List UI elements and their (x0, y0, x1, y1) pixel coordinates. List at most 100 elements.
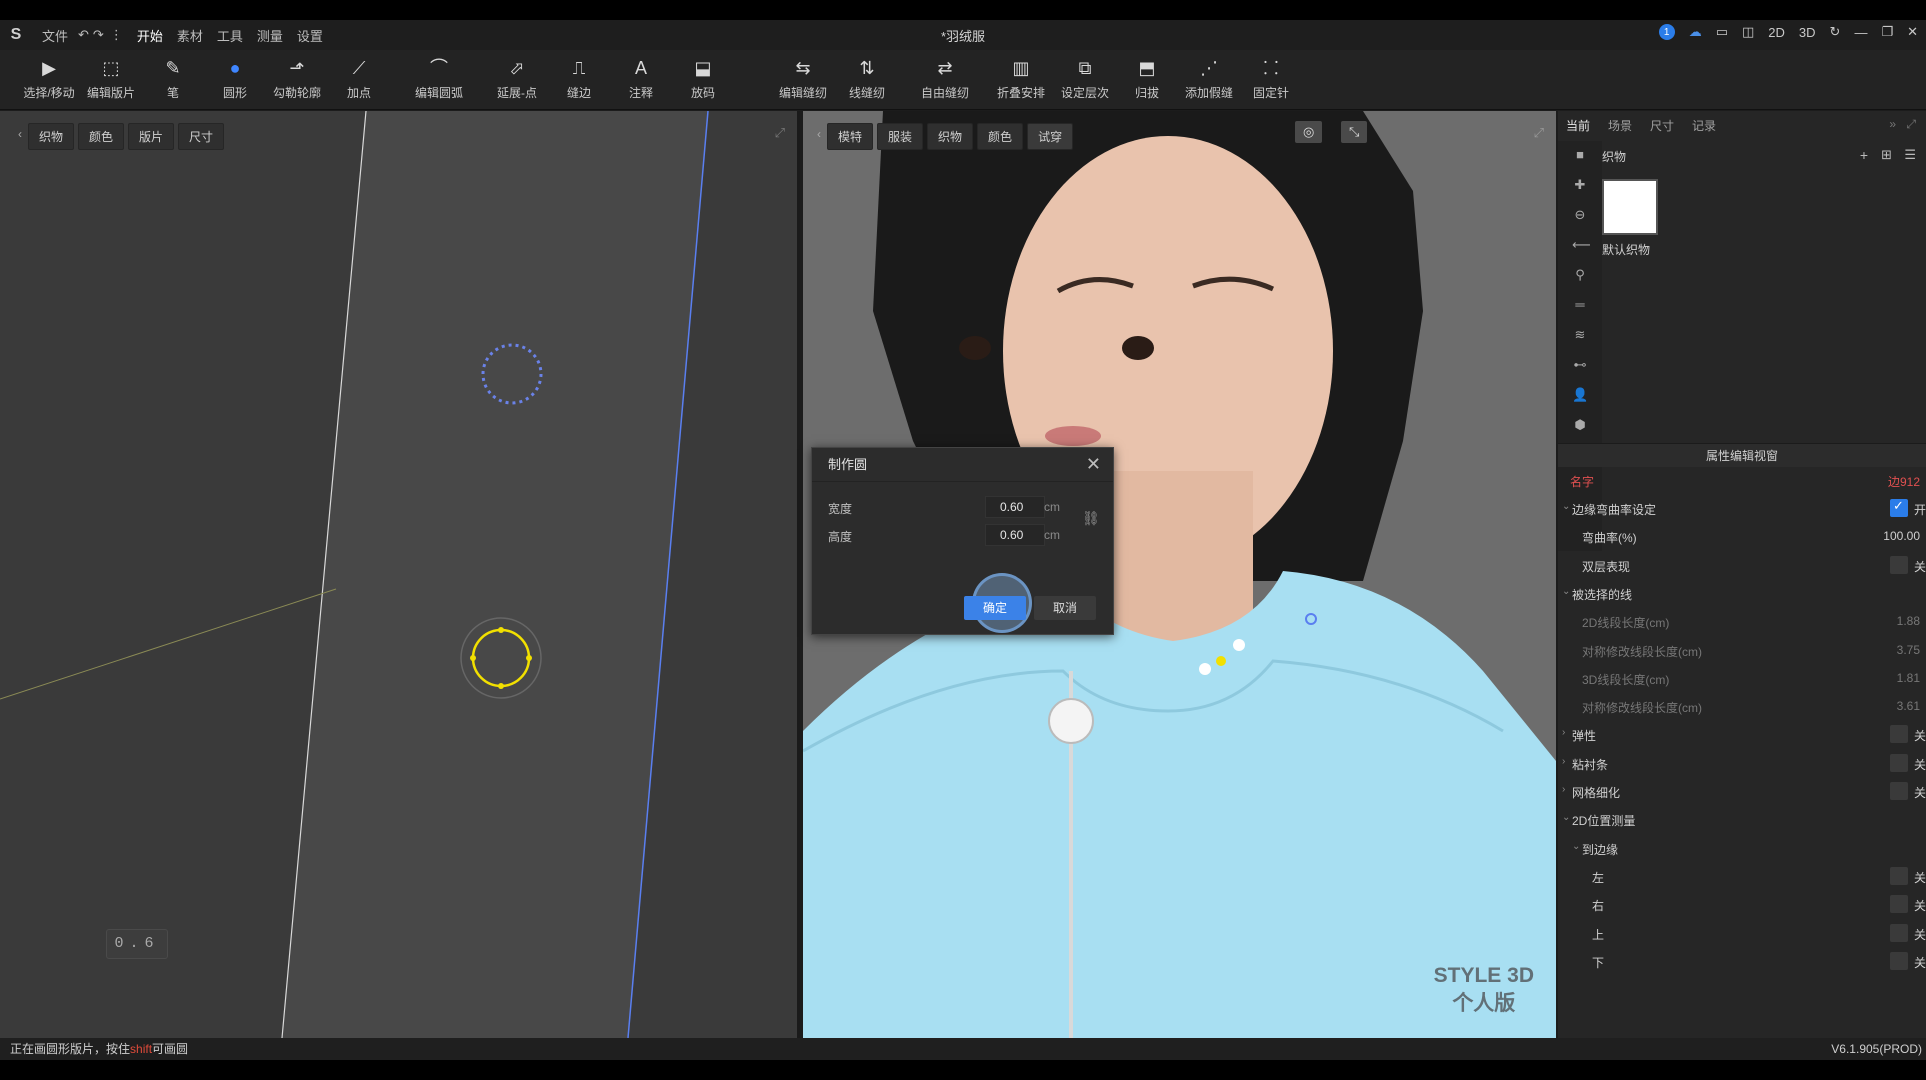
hood-eyelet-selected[interactable] (1216, 656, 1226, 666)
close-icon[interactable]: ✕ (1086, 454, 1101, 475)
prop-row[interactable]: ⌄边缘弯曲率设定 开 (1558, 497, 1926, 519)
more-icon[interactable]: ⋮ (110, 27, 123, 43)
expand-caret-icon[interactable]: ⌄ (1562, 586, 1570, 597)
zipper-category-icon[interactable]: ⚲ (1572, 267, 1588, 283)
cube-category-icon[interactable]: ⬢ (1572, 417, 1588, 433)
viewport-2d[interactable]: ‹ 织物 颜色 版片 尺寸 ⤢ 0.6 (0, 111, 800, 1038)
prop-checkbox[interactable] (1890, 895, 1908, 914)
tab-history[interactable]: 记录 (1692, 117, 1716, 134)
expand-caret-icon[interactable]: ⌄ (1562, 501, 1570, 512)
prop-row[interactable]: ⌄ 到边缘 (1558, 837, 1926, 859)
list-view-icon[interactable]: ☰ (1904, 147, 1916, 163)
tool-fold-arrangement[interactable]: ▥ 折叠安排 (986, 56, 1056, 101)
tab-3d-garment[interactable]: 服装 (877, 123, 924, 150)
expand-caret-icon[interactable]: › (1562, 727, 1565, 738)
minimize-icon[interactable]: — (1854, 25, 1867, 40)
binding-category-icon[interactable]: ⊷ (1572, 357, 1588, 373)
tool-set-layer[interactable]: ⧉ 设定层次 (1050, 56, 1120, 101)
prop-checkbox[interactable] (1890, 555, 1908, 574)
button-category-icon[interactable]: ✚ (1572, 177, 1588, 193)
width-field[interactable]: 0.60 (985, 496, 1045, 518)
stitch-category-icon[interactable]: ≋ (1572, 327, 1588, 343)
tool-edit-pattern[interactable]: ⬚ 编辑版片 (76, 56, 146, 101)
prop-checkbox[interactable] (1890, 951, 1908, 970)
prop-value[interactable]: 3.75 (1897, 643, 1920, 657)
circle-point[interactable] (526, 655, 532, 661)
prop-row[interactable]: ⌄ 2D位置测量 (1558, 808, 1926, 830)
tool-edit-arc[interactable]: ⌒ 编辑圆弧 (404, 56, 474, 101)
notification-badge[interactable]: 1 (1658, 24, 1675, 40)
tab-3d-tryon[interactable]: 试穿 (1027, 123, 1074, 150)
prop-row[interactable]: 上关 (1558, 922, 1926, 944)
prop-row[interactable]: 对称修改线段长度(cm) 3.61 (1558, 695, 1926, 717)
cancel-button[interactable]: 取消 (1034, 596, 1096, 620)
height-field[interactable]: 0.60 (985, 524, 1045, 546)
prop-checkbox[interactable] (1890, 725, 1908, 744)
menu-tools[interactable]: 工具 (217, 26, 243, 45)
hood-eyelet[interactable] (1233, 639, 1245, 651)
restore-icon[interactable]: ❐ (1881, 24, 1893, 40)
tool-shrink[interactable]: ⬒ 归拔 (1112, 56, 1182, 101)
prop-row[interactable]: 双层表现 关 (1558, 554, 1926, 576)
prop-value[interactable]: 3.61 (1897, 699, 1920, 713)
circle-point[interactable] (470, 655, 476, 661)
add-icon[interactable]: + (1860, 147, 1868, 163)
fabric-swatch[interactable] (1602, 179, 1658, 235)
tab-3d-color[interactable]: 颜色 (977, 123, 1024, 150)
expand-caret-icon[interactable]: › (1562, 756, 1565, 767)
tool-seam-allowance[interactable]: ⎍ 缝边 (544, 56, 614, 101)
tab-scene[interactable]: 场景 (1608, 117, 1632, 134)
prop-row[interactable]: › 弹性 关 (1558, 723, 1926, 745)
menu-settings[interactable]: 设置 (297, 26, 323, 45)
topstitch-category-icon[interactable]: ⟵ (1572, 237, 1591, 253)
tab-3d-avatar[interactable]: 模特 (827, 123, 874, 150)
tab-2d-size[interactable]: 尺寸 (178, 123, 225, 150)
menu-material[interactable]: 素材 (177, 26, 203, 45)
camera-icon[interactable]: ◎ (1295, 121, 1323, 143)
expand-caret-icon[interactable]: › (1562, 784, 1565, 795)
prop-checkbox[interactable] (1890, 753, 1908, 772)
prop-row[interactable]: 3D线段长度(cm) 1.81 (1558, 667, 1926, 689)
prop-row[interactable]: 右关 (1558, 893, 1926, 915)
prop-row[interactable]: › 网格细化 关 (1558, 780, 1926, 802)
popout-icon[interactable]: ⤢ (1906, 117, 1916, 132)
prop-row[interactable]: ⌄ 被选择的线 (1558, 582, 1926, 604)
buttonhole-category-icon[interactable]: ⊖ (1572, 207, 1588, 223)
tool-segment-sewing[interactable]: ⇅ 线缝纫 (832, 56, 902, 101)
avatar-category-icon[interactable]: 👤 (1572, 387, 1588, 403)
pattern-piece[interactable] (282, 111, 708, 1038)
tool-edit-sewing[interactable]: ⇆ 编辑缝纫 (768, 56, 838, 101)
zipper-pull[interactable] (1048, 698, 1094, 744)
view-2d-toggle[interactable]: 2D (1768, 25, 1785, 40)
circle-point[interactable] (498, 627, 504, 633)
prop-row[interactable]: 2D线段长度(cm) 1.88 (1558, 610, 1926, 632)
tool-free-sewing[interactable]: ⇄ 自由缝纫 (910, 56, 980, 101)
tool-pen[interactable]: ✎ 笔 (138, 56, 208, 101)
undo-icon[interactable]: ↶ (78, 27, 89, 43)
prop-checkbox[interactable] (1890, 923, 1908, 942)
prop-value[interactable]: 100.00 (1883, 529, 1920, 543)
grid-view-icon[interactable]: ⊞ (1881, 147, 1892, 163)
redo-icon[interactable]: ↷ (93, 27, 104, 43)
hood-eyelet[interactable] (1199, 663, 1211, 675)
expand-icon[interactable]: ⤢ (775, 125, 785, 141)
prop-checkbox[interactable] (1890, 866, 1908, 885)
pattern-canvas[interactable] (0, 111, 800, 1038)
prop-checkbox[interactable] (1890, 782, 1908, 800)
tab-2d-color[interactable]: 颜色 (78, 123, 125, 150)
tool-grading[interactable]: ⬓ 放码 (668, 56, 738, 101)
prop-row[interactable]: › 粘衬条 关 (1558, 752, 1926, 774)
fabric-category-icon[interactable]: ■ (1572, 147, 1588, 163)
menu-measure[interactable]: 测量 (257, 26, 283, 45)
expand-caret-icon[interactable]: ⌄ (1562, 812, 1570, 823)
tool-extend-point[interactable]: ⬀ 延展-点 (482, 56, 552, 101)
view-3d-toggle[interactable]: 3D (1799, 25, 1816, 40)
split-icon[interactable]: ◫ (1742, 24, 1754, 40)
tool-annotation[interactable]: A 注释 (606, 56, 676, 101)
refresh-icon[interactable]: ↻ (1830, 24, 1841, 40)
close-icon[interactable]: ✕ (1907, 24, 1918, 40)
prop-value[interactable]: 1.81 (1897, 671, 1920, 685)
tool-circle[interactable]: ● 圆形 (200, 56, 270, 101)
ok-button[interactable]: 确定 (964, 596, 1026, 620)
prop-row[interactable]: 左关 (1558, 865, 1926, 887)
